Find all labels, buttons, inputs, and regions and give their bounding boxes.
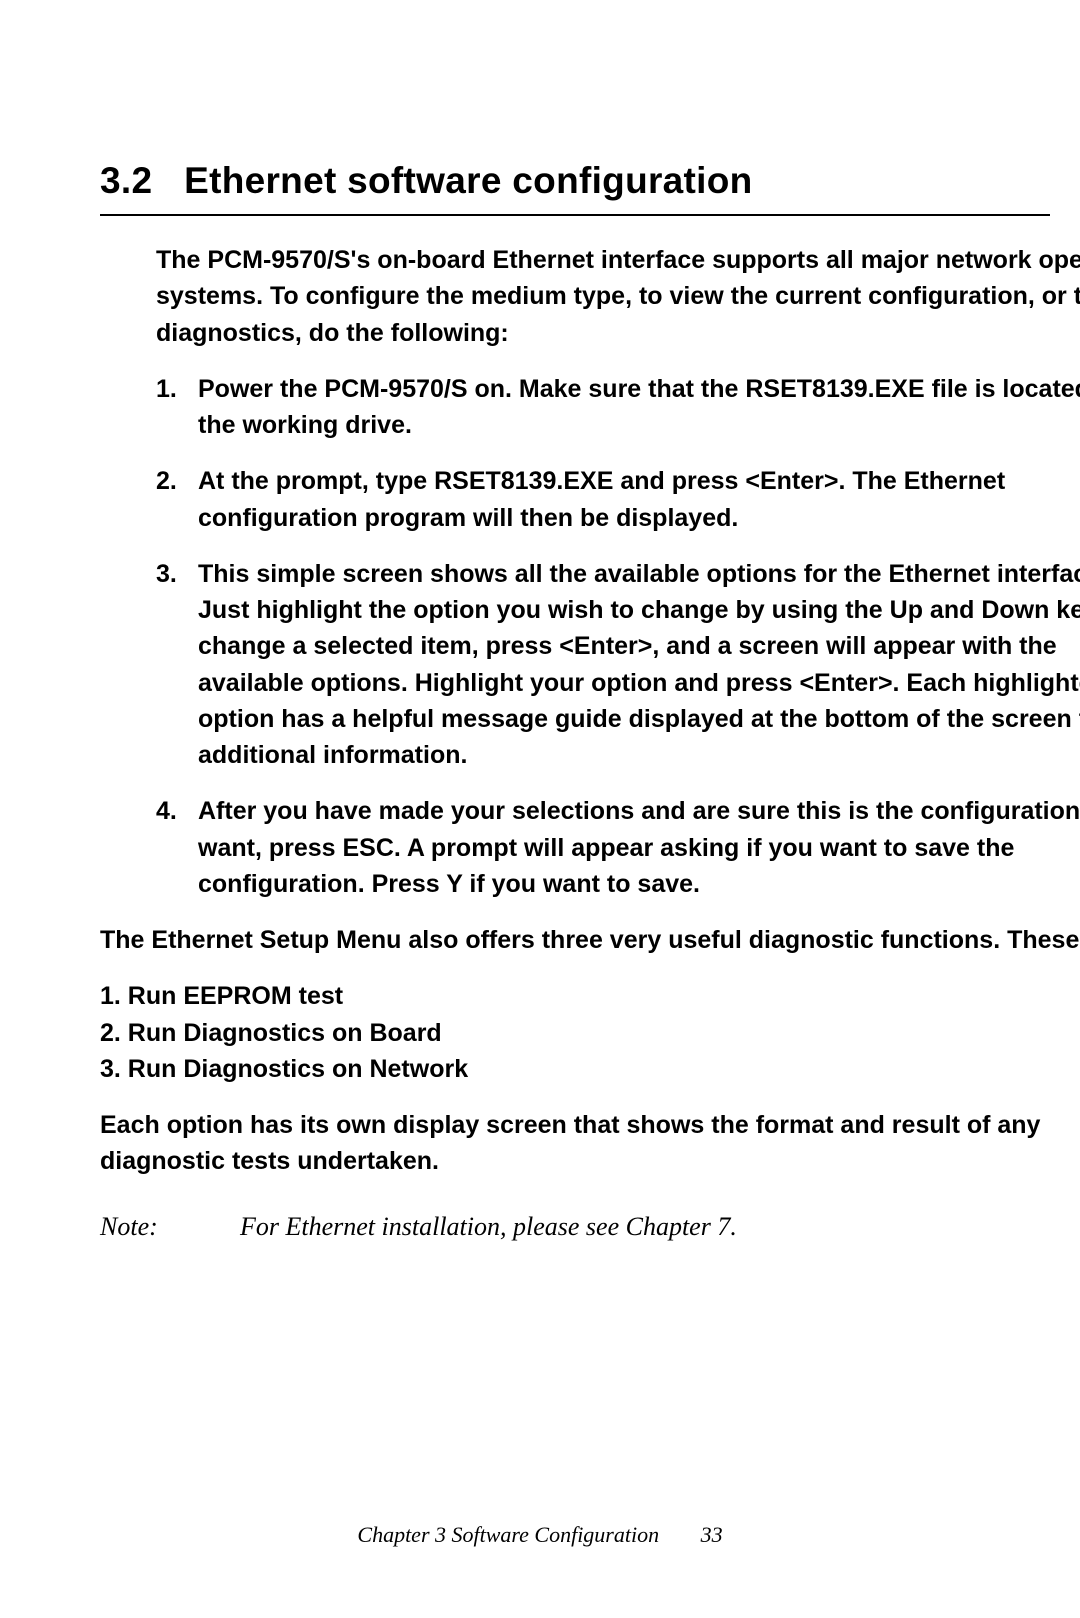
section-heading: 3.2 Ethernet software configuration (100, 160, 1080, 214)
step-text: After you have made your selections and … (198, 793, 1080, 902)
intro-paragraph: The PCM-9570/S's on-board Ethernet inter… (156, 242, 1080, 351)
step-number: 3. (156, 556, 198, 774)
footer-chapter: Chapter 3 Software Configuration (357, 1522, 659, 1547)
note-label: Note: (100, 1208, 240, 1246)
diag-item-1: 1. Run EEPROM test (100, 978, 1080, 1014)
step-text: Power the PCM-9570/S on. Make sure that … (198, 371, 1080, 444)
page-footer: Chapter 3 Software Configuration 33 (0, 1522, 1080, 1548)
heading-rule (100, 214, 1050, 216)
step-number: 1. (156, 371, 198, 444)
diagnostic-list: 1. Run EEPROM test 2. Run Diagnostics on… (100, 978, 1080, 1087)
diagnostic-outro: Each option has its own display screen t… (100, 1107, 1080, 1180)
step-text: This simple screen shows all the availab… (198, 556, 1080, 774)
diag-item-2: 2. Run Diagnostics on Board (100, 1015, 1080, 1051)
page: 3.2 Ethernet software configuration The … (0, 0, 1080, 1618)
diagnostic-intro: The Ethernet Setup Menu also offers thre… (100, 922, 1080, 958)
step-number: 4. (156, 793, 198, 902)
step-1: 1. Power the PCM-9570/S on. Make sure th… (156, 371, 1080, 444)
step-2: 2. At the prompt, type RSET8139.EXE and … (156, 463, 1080, 536)
step-3: 3. This simple screen shows all the avai… (156, 556, 1080, 774)
body-block: The PCM-9570/S's on-board Ethernet inter… (100, 242, 1080, 1245)
diag-item-3: 3. Run Diagnostics on Network (100, 1051, 1080, 1087)
footer-page-number: 33 (701, 1522, 723, 1547)
note-text: For Ethernet installation, please see Ch… (240, 1208, 737, 1246)
section-number: 3.2 (100, 160, 152, 201)
note-row: Note: For Ethernet installation, please … (100, 1208, 1080, 1246)
step-4: 4. After you have made your selections a… (156, 793, 1080, 902)
step-number: 2. (156, 463, 198, 536)
step-text: At the prompt, type RSET8139.EXE and pre… (198, 463, 1080, 536)
section-title: Ethernet software configuration (184, 160, 752, 201)
